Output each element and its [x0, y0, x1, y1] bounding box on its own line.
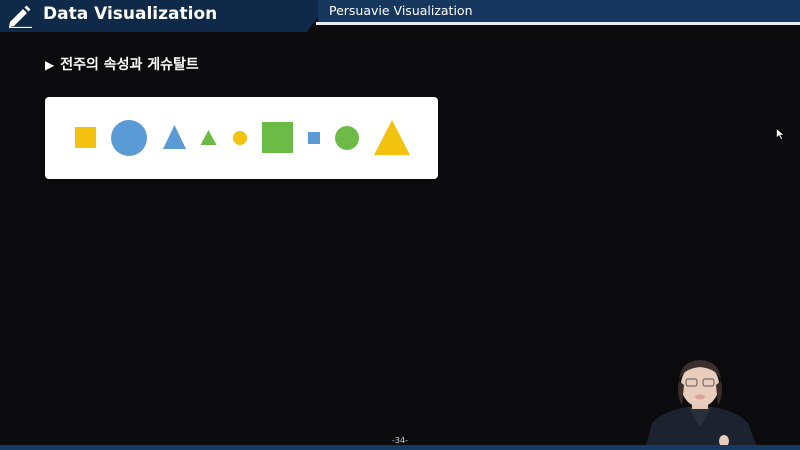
pencil-icon	[9, 5, 32, 28]
slide-subtitle: Persuavie Visualization	[329, 3, 473, 18]
shape-blue-circle-large	[111, 120, 147, 156]
slide-title: Data Visualization	[43, 4, 218, 24]
shape-blue-square-small	[308, 132, 320, 144]
shape-yellow-triangle-large	[374, 120, 410, 155]
shape-yellow-circle-small	[233, 131, 247, 145]
shape-green-circle	[335, 126, 359, 150]
slide-header: Data Visualization Persuavie Visualizati…	[0, 0, 800, 32]
mouse-cursor-icon	[776, 128, 785, 140]
shape-green-triangle-small	[200, 130, 217, 145]
shape-green-square-large	[262, 122, 293, 153]
footer-bar	[0, 445, 800, 450]
bullet-triangle-icon: ▶	[45, 58, 55, 72]
shape-blue-triangle	[163, 125, 186, 149]
header-divider	[316, 22, 800, 25]
page-number: -34-	[392, 436, 408, 445]
shape-yellow-square	[75, 127, 96, 148]
shapes-card	[45, 97, 438, 179]
section-heading: ▶ 전주의 속성과 게슈탈트	[45, 54, 199, 74]
section-heading-text: 전주의 속성과 게슈탈트	[60, 57, 199, 73]
